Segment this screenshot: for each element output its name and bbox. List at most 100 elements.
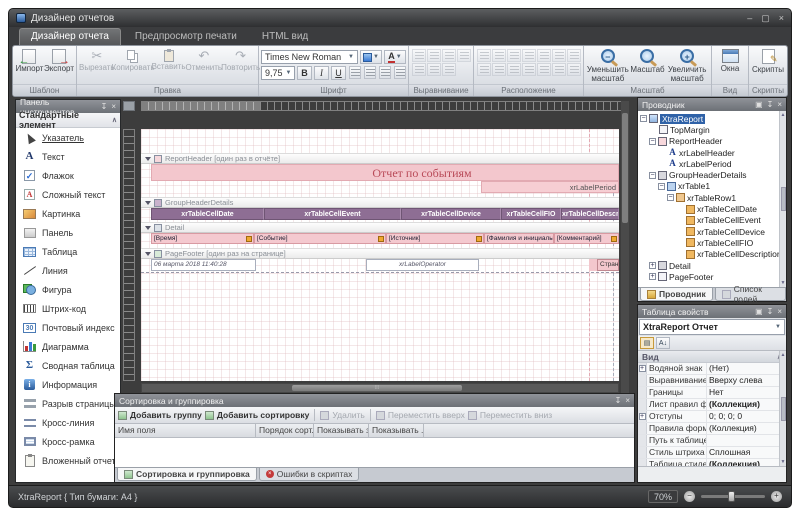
delete-button[interactable]: Удалить [320, 410, 364, 420]
import-button[interactable]: ← Импорт [15, 48, 44, 74]
close-icon[interactable]: × [625, 396, 630, 405]
bold-button[interactable]: B [297, 66, 312, 80]
column-header[interactable]: Показывать ... [369, 424, 424, 437]
bring-front-button[interactable] [567, 49, 581, 62]
toolbox-item-line[interactable]: Линия [16, 261, 120, 280]
design-vertical-scrollbar[interactable] [621, 101, 629, 393]
size-same-height-button[interactable] [492, 49, 506, 62]
toolbox-item-pagebreak[interactable]: Разрыв страницы [16, 394, 120, 413]
maximize-panel-icon[interactable]: ▣ [755, 100, 763, 109]
move-up-button[interactable]: Переместить вверх [376, 410, 465, 420]
scroll-up-icon[interactable]: ▲ [781, 352, 786, 358]
tree-node-pagefooter[interactable]: +PageFooter [638, 271, 786, 282]
close-icon[interactable]: × [777, 307, 782, 316]
space-remove-button[interactable] [522, 63, 536, 76]
align-center-button[interactable] [364, 66, 376, 79]
object-selector-combo[interactable]: XtraReport Отчет▼ [639, 319, 785, 335]
toolbox-item-pointer[interactable]: Указатель [16, 128, 120, 147]
table-header-cell[interactable]: xrTableCellEvent [264, 208, 401, 220]
tab-field-list[interactable]: Список полей [715, 288, 786, 301]
export-button[interactable]: → Экспорт [44, 48, 74, 74]
space-make-equal-button[interactable] [477, 63, 491, 76]
band-report-header[interactable]: ReportHeader [один раз в отчёте] [141, 153, 619, 164]
tree-node-labelheader[interactable]: AxrLabelHeader [638, 147, 786, 158]
tree-node-table1[interactable]: −xrTable1 [638, 181, 786, 192]
copy-button[interactable]: Копировать [115, 48, 152, 73]
align-right-button[interactable] [379, 66, 391, 79]
align-objects-right-button[interactable] [442, 49, 456, 62]
align-objects-left-button[interactable] [412, 49, 426, 62]
zoom-button[interactable]: Масштаб [630, 48, 666, 75]
zoom-in-icon[interactable]: + [771, 491, 782, 502]
size-same-both-button[interactable] [507, 49, 521, 62]
tree-node-celldate[interactable]: xrTableCellDate [638, 203, 786, 214]
redo-button[interactable]: ↷ Повторить [222, 48, 259, 73]
property-row[interactable]: Стиль штриха гСплошная [638, 447, 786, 459]
table-header-cell[interactable]: xrTableCellFIO [501, 208, 561, 220]
table-header-cell[interactable]: xrTableCellDate [151, 208, 264, 220]
detail-cell[interactable]: [Комментарий] [554, 233, 619, 244]
send-back-button[interactable] [537, 63, 551, 76]
toolbox-item-zipcode[interactable]: 30Почтовый индекс [16, 318, 120, 337]
toolbox-item-richtext[interactable]: AСложный текст [16, 185, 120, 204]
ungroup-button[interactable] [567, 63, 581, 76]
space-increase-button[interactable] [492, 63, 506, 76]
table-header-cell[interactable]: xrTableCellDescription [561, 208, 619, 220]
toolbox-item-chart[interactable]: Диаграмма [16, 337, 120, 356]
move-down-button[interactable]: Переместить вниз [468, 410, 552, 420]
scroll-down-icon[interactable]: ▼ [781, 459, 786, 465]
align-objects-center-button[interactable] [427, 49, 441, 62]
tree-node-cellevent[interactable]: xrTableCellEvent [638, 215, 786, 226]
add-sorting-button[interactable]: Добавить сортировку [205, 410, 310, 420]
band-detail[interactable]: Detail [141, 222, 619, 233]
minimize-button[interactable]: – [747, 13, 752, 24]
tree-node-topmargin[interactable]: TopMargin [638, 124, 786, 135]
undo-button[interactable]: ↶ Отменить [186, 48, 223, 73]
center-horizontally-button[interactable] [537, 49, 551, 62]
property-row[interactable]: ГраницыНет [638, 387, 786, 399]
close-button[interactable]: × [779, 13, 784, 24]
zoom-out-button[interactable]: − Уменьшить масштаб [586, 48, 630, 84]
add-group-button[interactable]: Добавить группу [118, 410, 202, 420]
band-collapse-icon[interactable] [145, 252, 151, 256]
italic-button[interactable]: I [314, 66, 329, 80]
tree-node-cellfio[interactable]: xrTableCellFIO [638, 237, 786, 248]
tree-scrollbar[interactable]: ▲▼ [779, 111, 786, 287]
tree-node-labelperiod[interactable]: AxrLabelPeriod [638, 158, 786, 169]
tab-report-designer[interactable]: Дизайнер отчета [19, 28, 121, 45]
windows-button[interactable]: Окна [714, 48, 746, 74]
page-number-label[interactable]: Страница / [597, 259, 619, 271]
expand-icon[interactable]: + [639, 365, 646, 372]
toolbox-item-crossline[interactable]: Кросс-линия [16, 413, 120, 432]
zoom-out-icon[interactable]: − [684, 491, 695, 502]
property-row[interactable]: Правила форма(Коллекция) [638, 423, 786, 435]
property-row[interactable]: Таблица стилей(Коллекция) [638, 459, 786, 466]
detail-cell[interactable]: [Событие] [254, 233, 386, 244]
property-row[interactable]: Лист правил фо(Коллекция) [638, 399, 786, 411]
close-icon[interactable]: × [111, 102, 116, 111]
print-date-label[interactable]: 06 марта 2018 11:40:28 [151, 259, 256, 271]
toolbox-section-header[interactable]: Стандартные элемент∧ [16, 113, 120, 128]
toolbox-item-barcode[interactable]: Штрих-код [16, 299, 120, 318]
scripts-button[interactable]: Скрипты [751, 48, 785, 75]
detail-cell[interactable]: [Время] [151, 233, 254, 244]
size-same-width-button[interactable] [477, 49, 491, 62]
toolbox-item-panel[interactable]: Панель [16, 223, 120, 242]
pin-icon[interactable]: ↧ [767, 307, 774, 316]
tree-node-groupheader[interactable]: −GroupHeaderDetails [638, 169, 786, 180]
band-page-footer[interactable]: PageFooter [один раз на странице] [141, 248, 619, 259]
space-decrease-button[interactable] [507, 63, 521, 76]
align-objects-top-button[interactable] [412, 63, 426, 76]
band-collapse-icon[interactable] [145, 157, 151, 161]
paste-button[interactable]: Вставить [152, 48, 186, 72]
period-label[interactable]: xrLabelPeriod [481, 181, 619, 193]
design-horizontal-scrollbar[interactable]: ⁞⁞⁞ [141, 383, 619, 393]
cut-button[interactable]: ✂ Вырезать [79, 48, 115, 73]
zoom-slider-thumb[interactable] [728, 491, 735, 502]
close-icon[interactable]: × [777, 100, 782, 109]
maximize-button[interactable]: ▢ [761, 13, 770, 24]
band-group-header[interactable]: GroupHeaderDetails [141, 197, 619, 208]
operator-label[interactable]: xrLabelOperator [366, 259, 479, 271]
property-row[interactable]: +Водяной знак(Нет) [638, 363, 786, 375]
maximize-panel-icon[interactable]: ▣ [755, 307, 763, 316]
